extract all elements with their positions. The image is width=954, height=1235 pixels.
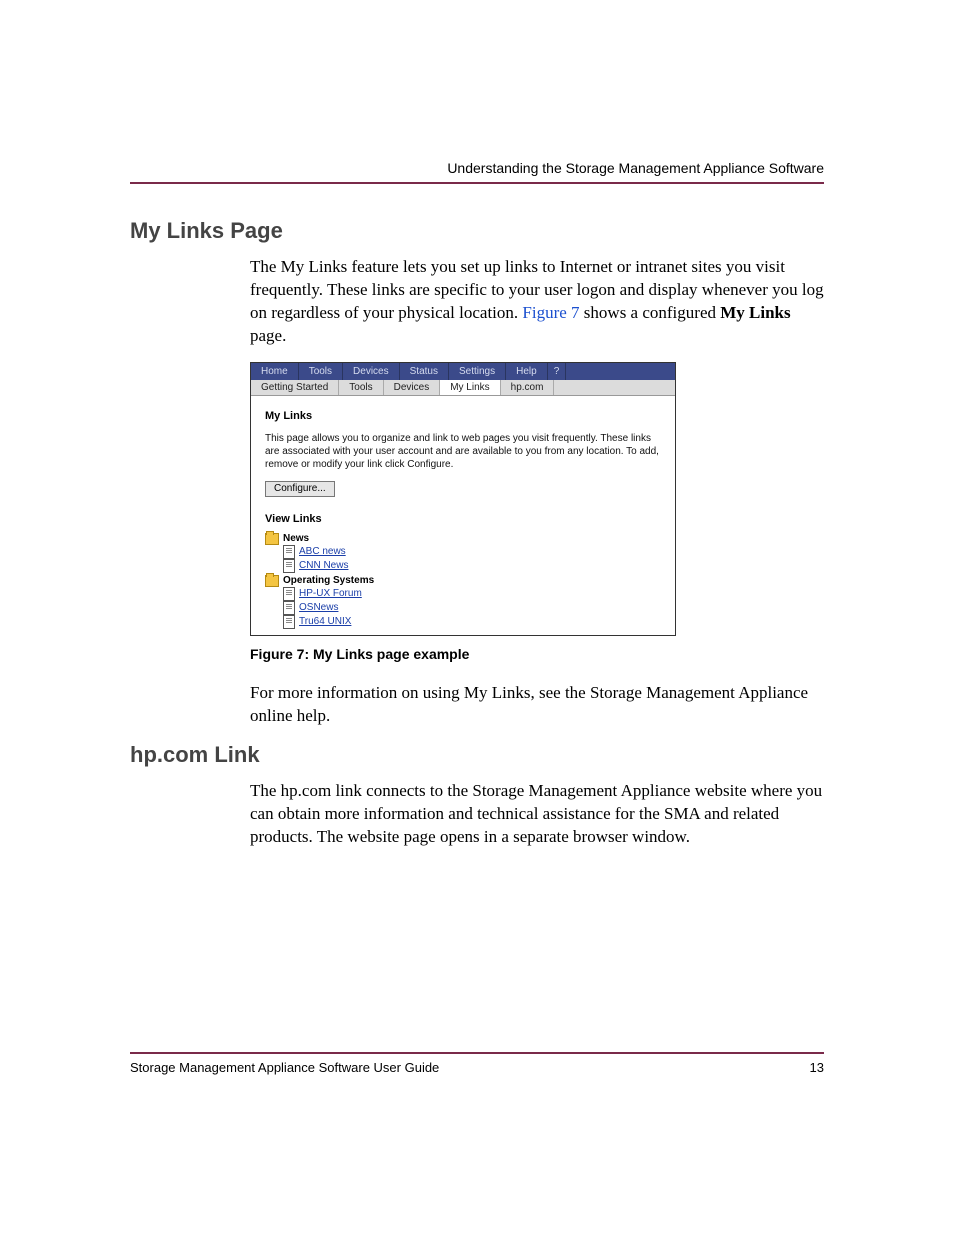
folder-icon — [265, 533, 279, 545]
tab-home[interactable]: Home — [251, 363, 299, 380]
header-rule — [130, 182, 824, 184]
tab-devices[interactable]: Devices — [343, 363, 400, 380]
section-heading-hpcom: hp.com Link — [130, 742, 824, 768]
document-icon — [283, 615, 295, 629]
para-text: shows a configured — [580, 303, 721, 322]
view-links-heading: View Links — [265, 513, 661, 525]
para-text: page. — [250, 326, 286, 345]
link-abc-news[interactable]: ABC news — [299, 546, 346, 557]
tree-item-osnews[interactable]: OSNews — [283, 601, 661, 615]
link-cnn-news[interactable]: CNN News — [299, 560, 348, 571]
tree-item-tru64[interactable]: Tru64 UNIX — [283, 615, 661, 629]
running-header: Understanding the Storage Management App… — [130, 160, 824, 176]
tab-tools[interactable]: Tools — [299, 363, 343, 380]
panel-body: My Links This page allows you to organiz… — [251, 396, 675, 635]
footer-doc-title: Storage Management Appliance Software Us… — [130, 1060, 439, 1075]
mylinks-more-info-paragraph: For more information on using My Links, … — [130, 682, 824, 728]
document-icon — [283, 545, 295, 559]
tab-settings[interactable]: Settings — [449, 363, 506, 380]
page-number: 13 — [810, 1060, 824, 1075]
figure7-caption: Figure 7: My Links page example — [250, 646, 824, 662]
document-icon — [283, 559, 295, 573]
tree-item-abc-news[interactable]: ABC news — [283, 545, 661, 559]
subtab-devices[interactable]: Devices — [384, 380, 441, 395]
link-hpux-forum[interactable]: HP-UX Forum — [299, 588, 362, 599]
tab-question[interactable]: ? — [548, 363, 567, 380]
configure-button[interactable]: Configure... — [265, 481, 335, 497]
footer-rule — [130, 1052, 824, 1054]
tree-item-cnn-news[interactable]: CNN News — [283, 559, 661, 573]
folder-label: Operating Systems — [283, 575, 374, 586]
secondary-tab-bar: Getting Started Tools Devices My Links h… — [251, 380, 675, 396]
link-osnews[interactable]: OSNews — [299, 602, 338, 613]
section-heading-mylinks: My Links Page — [130, 218, 824, 244]
folder-icon — [265, 575, 279, 587]
subtab-getting-started[interactable]: Getting Started — [251, 380, 339, 395]
panel-description: This page allows you to organize and lin… — [265, 432, 661, 471]
hpcom-paragraph: The hp.com link connects to the Storage … — [130, 780, 824, 849]
tab-help[interactable]: Help — [506, 363, 548, 380]
figure7-screenshot: Home Tools Devices Status Settings Help … — [250, 362, 676, 636]
panel-title: My Links — [265, 410, 661, 422]
tree-folder-news[interactable]: News — [265, 533, 661, 545]
subtab-hpcom[interactable]: hp.com — [501, 380, 555, 395]
mylinks-intro-paragraph: The My Links feature lets you set up lin… — [130, 256, 824, 348]
bold-term: My Links — [720, 303, 790, 322]
subtab-tools[interactable]: Tools — [339, 380, 383, 395]
document-icon — [283, 587, 295, 601]
document-icon — [283, 601, 295, 615]
primary-tab-bar: Home Tools Devices Status Settings Help … — [251, 363, 675, 380]
tree-item-hpux-forum[interactable]: HP-UX Forum — [283, 587, 661, 601]
tree-folder-os[interactable]: Operating Systems — [265, 575, 661, 587]
link-tru64-unix[interactable]: Tru64 UNIX — [299, 616, 351, 627]
folder-label: News — [283, 533, 309, 544]
subtab-mylinks[interactable]: My Links — [440, 380, 500, 395]
page-footer: Storage Management Appliance Software Us… — [130, 1052, 824, 1075]
figure-reference-link[interactable]: Figure 7 — [522, 303, 579, 322]
tab-status[interactable]: Status — [400, 363, 449, 380]
